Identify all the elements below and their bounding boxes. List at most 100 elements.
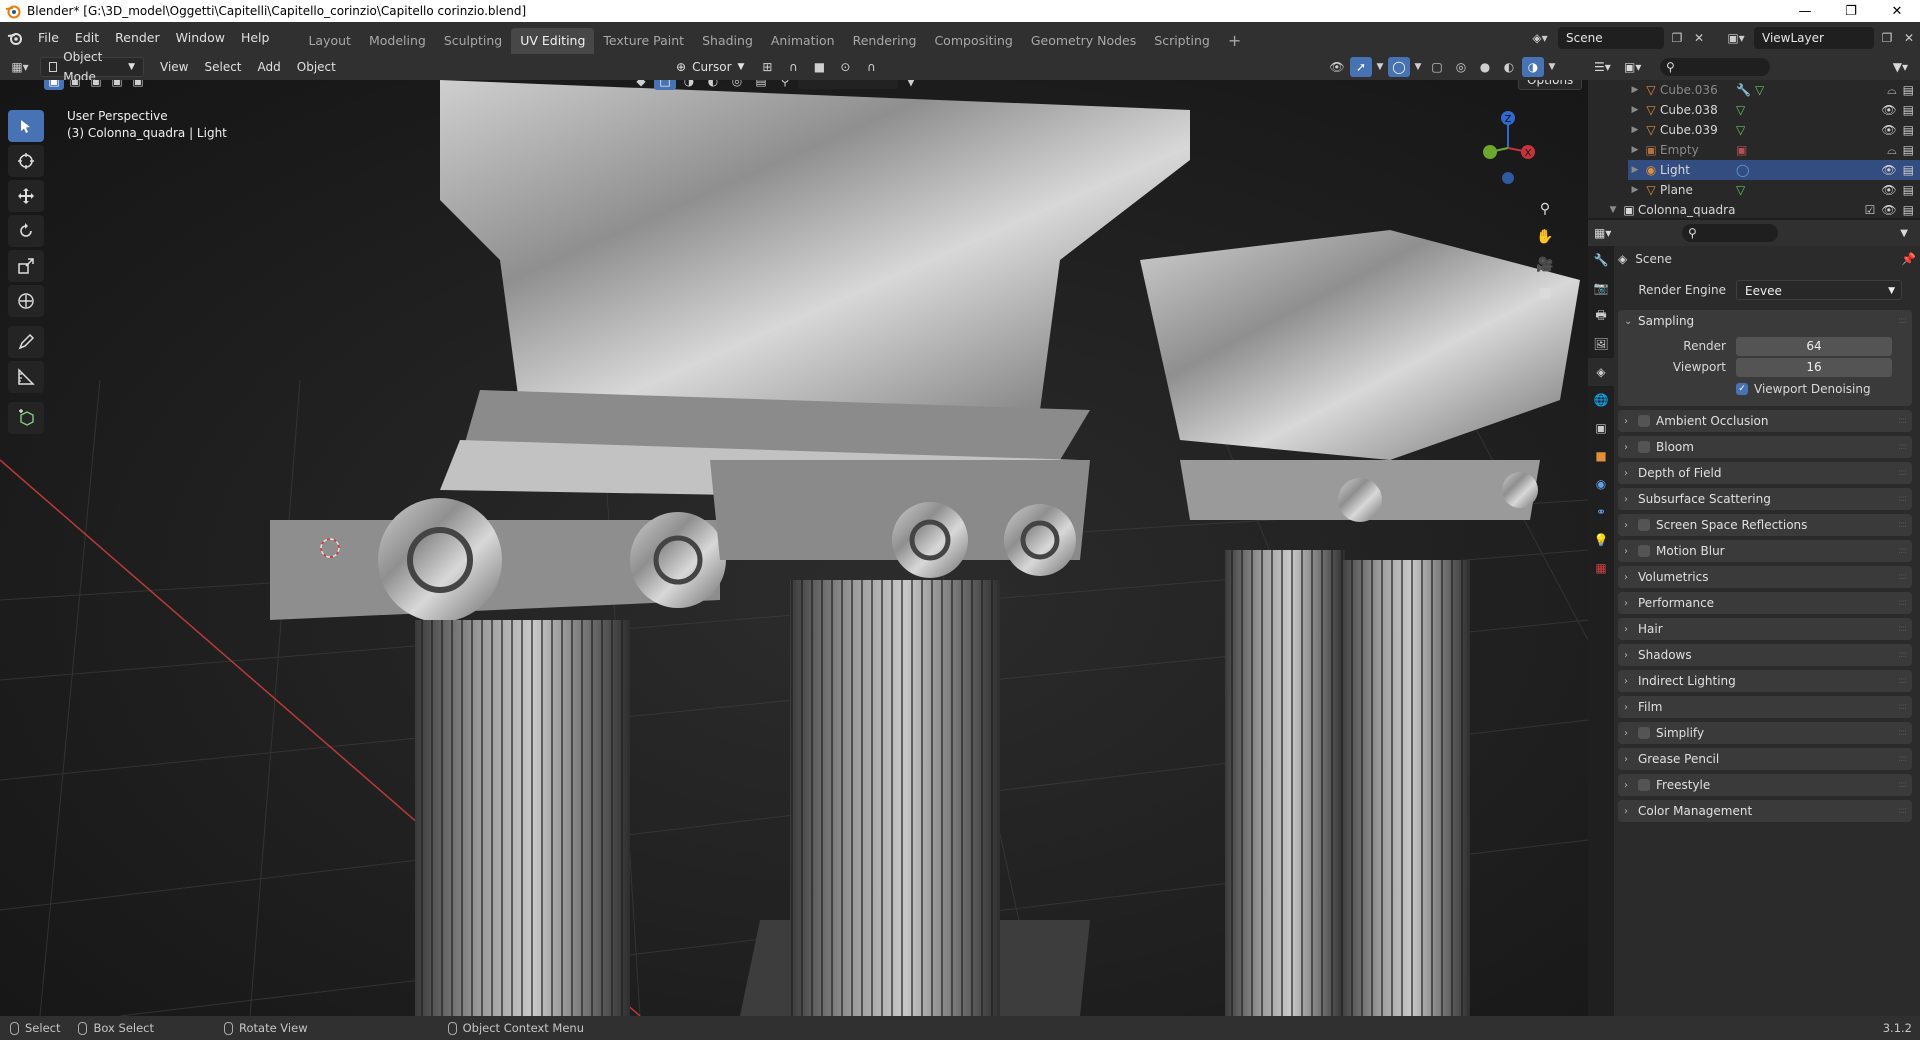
blender-menu-icon[interactable] [0, 30, 30, 46]
eye-icon[interactable]: 👁 [1881, 203, 1896, 217]
physics-tab-icon[interactable]: ◉ [1588, 470, 1614, 498]
tab-animation[interactable]: Animation [762, 28, 844, 54]
select-new-icon[interactable]: ▣ [44, 80, 64, 90]
eye-icon[interactable]: 👁 [1881, 163, 1896, 177]
measure-tool[interactable] [8, 361, 44, 393]
tab-modeling[interactable]: Modeling [360, 28, 435, 54]
drag-grip-icon[interactable]: :::: [1898, 416, 1907, 426]
sampling-panel-header[interactable]: ⌄ Sampling :::: [1618, 310, 1912, 332]
viewport-samples-field[interactable]: 16 [1736, 357, 1892, 377]
maximize-button[interactable]: ❐ [1828, 0, 1874, 22]
drag-grip-icon[interactable]: :::: [1898, 702, 1907, 712]
eye-icon[interactable]: 👁 [1881, 103, 1896, 117]
hidden-eye-icon[interactable]: ⌓ [1887, 83, 1897, 98]
solid-shading-icon[interactable]: ● [1474, 57, 1496, 77]
uv-sync-icon[interactable]: ▤ [750, 80, 772, 90]
outliner-item[interactable]: ▶ ◉ Light ◯ 👁 ▤ [1628, 160, 1920, 180]
overlays-dropdown-icon[interactable]: ▼ [1412, 57, 1424, 77]
overlays-toggle-icon[interactable]: ◯ [1388, 57, 1410, 77]
select-extend-icon[interactable]: ▣ [65, 80, 85, 90]
add-cube-tool[interactable] [8, 402, 44, 434]
eye-icon[interactable]: 👁 [1881, 123, 1896, 137]
gizmo-dropdown-icon[interactable]: ▼ [1374, 57, 1386, 77]
outliner-editor-icon[interactable]: ☰▾ [1594, 60, 1624, 74]
menu-select[interactable]: Select [196, 57, 249, 77]
expand-arrow-icon[interactable]: ▶ [1628, 105, 1642, 115]
drag-grip-icon[interactable]: :::: [1898, 494, 1907, 504]
light-data-tab-icon[interactable]: 💡 [1588, 526, 1614, 554]
viewport-denoising-checkbox[interactable]: ✓ [1736, 383, 1748, 395]
zoom-icon[interactable]: ⚲ [1532, 196, 1558, 222]
menu-help[interactable]: Help [233, 27, 278, 49]
render-panel-header[interactable]: › Volumetrics:::: [1618, 566, 1912, 588]
delete-scene-icon[interactable]: ✕ [1690, 31, 1708, 45]
falloff-icon[interactable]: ∩ [860, 57, 882, 77]
xray-toggle-icon[interactable]: ▢ [1426, 57, 1448, 77]
options-chevron-icon[interactable]: ▼ [1900, 228, 1908, 239]
scale-tool[interactable] [8, 250, 44, 282]
search-icon[interactable]: ⚲ [774, 80, 796, 90]
drag-grip-icon[interactable]: :::: [1898, 754, 1907, 764]
output-tab-icon[interactable]: 🖶 [1588, 302, 1614, 330]
tab-layout[interactable]: Layout [299, 28, 360, 54]
drag-grip-icon[interactable]: :::: [1898, 650, 1907, 660]
tab-compositing[interactable]: Compositing [925, 28, 1021, 54]
drag-grip-icon[interactable]: :::: [1898, 572, 1907, 582]
options-button[interactable]: Options [1518, 80, 1583, 90]
outliner-item[interactable]: ▶ ▽ Plane ▽ 👁 ▤ [1628, 180, 1920, 200]
render-tab-icon[interactable]: 📷 [1588, 274, 1614, 302]
3d-viewport[interactable]: User Perspective (3) Colonna_quadra | Li… [0, 80, 1588, 1016]
cursor-tool[interactable] [8, 145, 44, 177]
camera-render-icon[interactable]: ▤ [1903, 83, 1914, 98]
collection-tab-icon[interactable]: ▣ [1588, 414, 1614, 442]
render-panel-header[interactable]: › Performance:::: [1618, 592, 1912, 614]
outliner-item[interactable]: ▶ ▣ Empty ▣ ⌓ ▤ [1628, 140, 1920, 160]
select-intersect-icon[interactable]: ▣ [128, 80, 148, 90]
close-button[interactable]: ✕ [1874, 0, 1920, 22]
view-layer-selector[interactable]: ViewLayer [1754, 27, 1874, 49]
drag-grip-icon[interactable]: :::: [1898, 676, 1907, 686]
render-panel-header[interactable]: › Shadows:::: [1618, 644, 1912, 666]
transform-orientation-icon[interactable]: ⊞ [756, 57, 778, 77]
filter-icon[interactable]: ▼ [900, 80, 922, 90]
annotate-tool[interactable] [8, 326, 44, 358]
constraints-tab-icon[interactable]: ⚭ [1588, 498, 1614, 526]
move-tool[interactable] [8, 180, 44, 212]
panel-enable-checkbox[interactable] [1638, 415, 1650, 427]
new-view-layer-icon[interactable]: ❐ [1878, 31, 1896, 45]
select-invert-icon[interactable]: ▣ [107, 80, 127, 90]
render-panel-header[interactable]: › Freestyle:::: [1618, 774, 1912, 796]
outliner-search[interactable]: ⚲ [1660, 58, 1770, 76]
navigation-gizmo[interactable]: Z X ⚲ ✋ 🎥 ▦ [1468, 108, 1558, 306]
outliner-item[interactable]: ▶ ▽ Cube.038 ▽ 👁 ▤ [1628, 100, 1920, 120]
eye-icon[interactable]: 👁 [1881, 183, 1896, 197]
pan-hand-icon[interactable]: ✋ [1532, 224, 1558, 250]
camera-render-icon[interactable]: ▤ [1903, 103, 1914, 117]
menu-render[interactable]: Render [107, 27, 168, 49]
tab-scripting[interactable]: Scripting [1145, 28, 1219, 54]
panel-enable-checkbox[interactable] [1638, 441, 1650, 453]
uv-search-field[interactable] [798, 80, 898, 89]
wireframe-shading-icon[interactable]: ◎ [1450, 57, 1472, 77]
menu-add[interactable]: Add [250, 57, 289, 77]
delete-view-layer-icon[interactable]: ✕ [1900, 31, 1918, 45]
render-panel-header[interactable]: › Grease Pencil:::: [1618, 748, 1912, 770]
render-panel-header[interactable]: › Screen Space Reflections:::: [1618, 514, 1912, 536]
proportional-edit-icon[interactable]: ⊙ [834, 57, 856, 77]
drag-grip-icon[interactable]: :::: [1898, 468, 1907, 478]
view-layer-icon[interactable]: ▣▾ [1722, 31, 1750, 45]
add-workspace-button[interactable]: + [1219, 28, 1250, 54]
render-panel-header[interactable]: › Bloom:::: [1618, 436, 1912, 458]
tool-tab-icon[interactable]: 🔧 [1588, 246, 1614, 274]
drag-grip-icon[interactable]: :::: [1898, 598, 1907, 608]
camera-view-icon[interactable]: 🎥 [1532, 252, 1558, 278]
camera-render-icon[interactable]: ▤ [1903, 203, 1914, 217]
drag-grip-icon[interactable]: :::: [1898, 806, 1907, 816]
snap-target-icon[interactable]: ■ [808, 57, 830, 77]
checkbox-icon[interactable]: ☑ [1865, 203, 1876, 217]
scene-selector[interactable]: Scene [1558, 27, 1664, 49]
drag-grip-icon[interactable]: :::: [1898, 520, 1907, 530]
material-preview-icon[interactable]: ◐ [1498, 57, 1520, 77]
tab-uv-editing[interactable]: UV Editing [511, 28, 595, 54]
tab-sculpting[interactable]: Sculpting [435, 28, 511, 54]
